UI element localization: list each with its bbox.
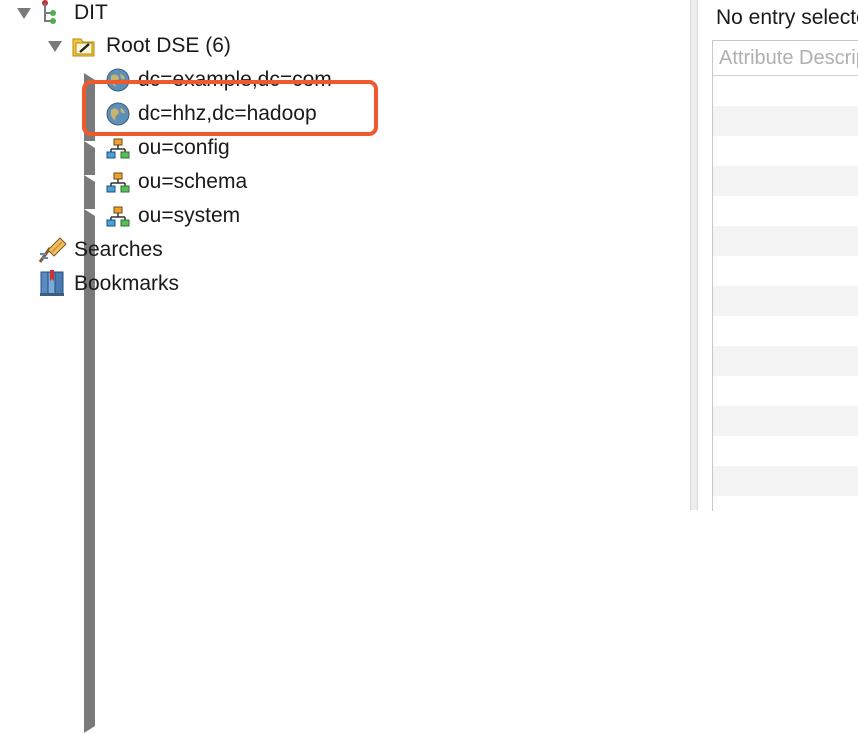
bookmarks-label[interactable]: Bookmarks (74, 269, 179, 299)
table-row (713, 226, 858, 256)
table-row (713, 196, 858, 226)
table-row (713, 316, 858, 346)
org-tree-icon (106, 138, 130, 159)
table-row (713, 346, 858, 376)
entry-label-schema[interactable]: ou=schema (138, 167, 247, 197)
root-dse-label[interactable]: Root DSE (6) (106, 31, 231, 61)
table-row (713, 76, 858, 106)
entry-label-config[interactable]: ou=config (138, 133, 230, 163)
table-row (713, 496, 858, 511)
org-tree-icon (106, 206, 130, 227)
table-row (713, 166, 858, 196)
dit-expand-toggle[interactable] (17, 8, 31, 19)
ldap-browser-tree: DIT Root DSE (6) dc=example,dc=com dc=hh… (0, 0, 690, 733)
table-row (713, 406, 858, 436)
root-dse-folder-icon (72, 38, 95, 57)
org-tree-icon (106, 172, 130, 193)
table-row (713, 436, 858, 466)
table-row (713, 106, 858, 136)
no-entry-status: No entry selected (716, 6, 858, 29)
table-row (713, 256, 858, 286)
table-row (713, 286, 858, 316)
entry-label-system[interactable]: ou=system (138, 201, 240, 231)
dit-label[interactable]: DIT (74, 0, 108, 28)
table-row (713, 466, 858, 496)
bookmarks-icon (40, 270, 64, 296)
table-row (713, 136, 858, 166)
panel-splitter[interactable] (690, 0, 698, 510)
entry-details-panel: No entry selected Attribute Description (698, 0, 858, 511)
searches-icon (38, 237, 67, 263)
table-row (713, 376, 858, 406)
root-dse-expand-toggle[interactable] (48, 41, 62, 52)
attribute-description-column-header[interactable]: Attribute Description (713, 41, 858, 76)
searches-label[interactable]: Searches (74, 235, 163, 265)
highlight-annotation-box (82, 80, 378, 136)
dit-hierarchy-icon (42, 0, 56, 24)
attribute-table[interactable]: Attribute Description (712, 40, 858, 511)
